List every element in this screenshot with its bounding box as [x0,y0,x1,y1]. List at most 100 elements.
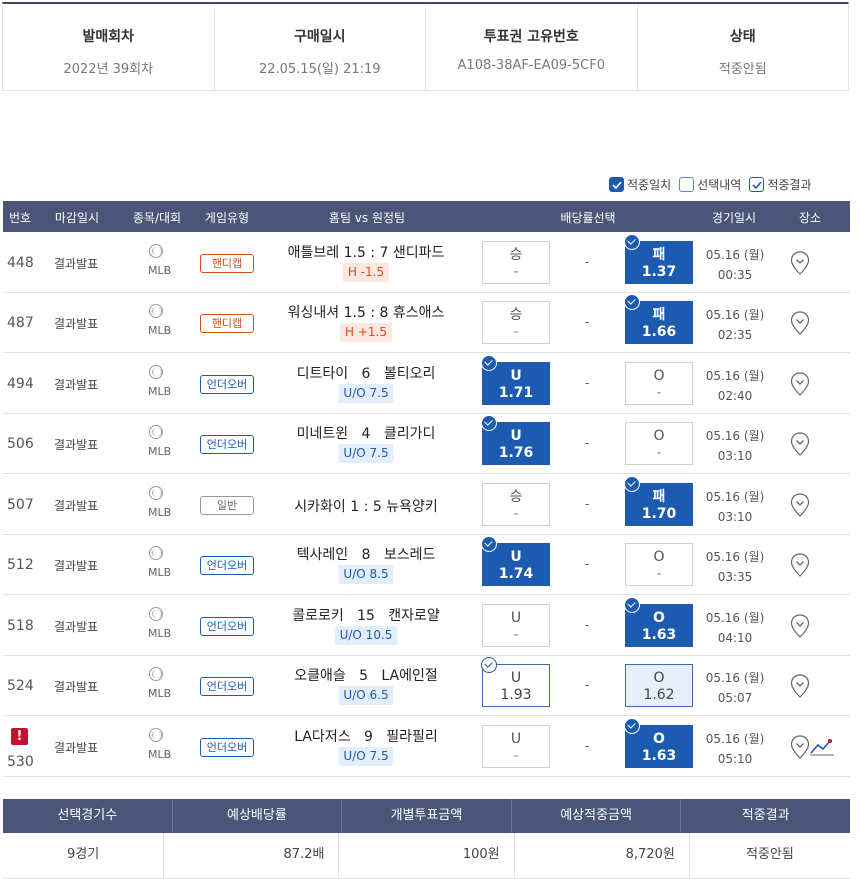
odds-button-win[interactable]: 승 - [482,241,550,284]
odds-button-win[interactable]: 승 - [482,301,550,344]
away-score: 8 [379,305,389,321]
ticket-info-card: 발매회차 2022년 39회차 구매일시 22.05.15(일) 21:19 투… [2,2,849,91]
odds-label: O [653,731,665,747]
odds-value: - [513,627,519,643]
summary-col-stake: 개별투표금액 [342,799,512,833]
odds-button-over[interactable]: O 1.63 [624,718,693,768]
matchup: 오클애슬 5 LA에인절 [255,665,477,685]
location-pin-icon[interactable] [790,674,810,698]
odds-value: - [513,264,519,280]
game-time: 05:10 [717,752,753,766]
home-score: 1.5 [343,305,366,321]
alert-icon: ! [11,728,28,745]
odds-button-over[interactable]: O 1.62 [625,664,693,707]
handicap-label: H +1.5 [340,323,392,342]
handicap-label: H -1.5 [342,263,390,282]
purchase-date-header: 구매일시 [293,29,346,45]
score-separator: : [363,499,369,515]
game-type-badge: 언더오버 [200,677,254,696]
odds-label: 승 [509,307,523,323]
odds-value: 1.70 [641,506,677,522]
location-pin-icon[interactable] [790,735,810,759]
col-num: 번호 [8,211,32,225]
game-datetime: 05.16 (월) 00:35 [705,245,765,285]
odds-button-over[interactable]: O - [625,362,693,405]
baseball-icon [149,728,163,742]
close-status: 결과발표 [54,317,99,331]
matchup: 디트타이 6 볼티오리 [255,363,477,383]
purchase-date-value: 22.05.15(일) 21:19 [258,62,381,77]
odds-label: U [510,428,522,444]
round-cell: 발매회차 2022년 39회차 [3,4,215,90]
odds-value: - [513,748,519,764]
matchup: 텍사레인 8 보스레드 [255,544,477,564]
ticket-id-cell: 투표권 고유번호 A108-38AF-EA09-5CF0 [426,4,638,90]
odds-button-under[interactable]: U 1.71 [481,355,550,405]
location-pin-icon[interactable] [790,614,810,638]
close-status: 결과발표 [54,378,99,392]
home-score: 1.5 [343,245,366,261]
odds-button-under[interactable]: U 1.76 [481,415,550,465]
round-header: 발매회차 [82,29,135,45]
baseball-icon [149,365,163,379]
game-time: 05:07 [717,691,753,705]
table-row: 494 결과발표 MLB 언더오버 디트타이 6 볼티오리 U/O 7.5 U … [3,354,850,414]
odds-label: U [510,549,522,565]
total-score: 6 [361,366,371,382]
legend-hit-match: 적중일치 [609,176,671,193]
trend-chart-icon[interactable] [809,737,835,757]
odds-button-under[interactable]: U 1.93 [481,657,550,707]
col-teams: 홈팀 vs 원정팀 [328,211,406,225]
game-number: 448 [7,255,34,271]
table-row: ! 530 결과발표 MLB 언더오버 LA다저스 9 필라필리 U/O 7.5… [3,717,850,777]
odds-button-over[interactable]: O - [625,543,693,586]
game-date: 05.16 (월) [705,550,765,564]
odds-button-under[interactable]: U - [482,604,550,647]
game-time: 02:40 [717,389,753,403]
odds-button-lose[interactable]: 패 1.66 [624,294,693,344]
legend-selection: 선택내역 [679,176,741,193]
odds-value: 1.93 [500,687,532,703]
matchup: 워싱내셔 1.5 : 8 휴스애스 [255,302,477,322]
odds-value: 1.74 [498,566,534,582]
game-time: 02:35 [717,328,753,342]
ticket-id-header: 투표권 고유번호 [483,29,579,45]
matchup: 시카화이 1 : 5 뉴욕양키 [255,496,477,516]
matchup: 미네트윈 4 클리가디 [255,423,477,443]
league-label: MLB [148,445,172,458]
summary-result: 적중안됨 [745,847,794,862]
status-value: 적중안됨 [718,62,767,77]
status-cell: 상태 적중안됨 [638,4,849,90]
location-pin-icon[interactable] [790,251,810,275]
home-team: 시카화이 [294,499,346,515]
away-team: 필라필리 [386,729,438,745]
draw-odds: - [585,678,590,692]
odds-button-over[interactable]: O - [625,422,693,465]
odds-button-lose[interactable]: 패 1.37 [624,234,693,284]
odds-label: U [510,670,522,686]
summary-col-payout: 예상적중금액 [512,799,682,833]
location-pin-icon[interactable] [790,553,810,577]
odds-button-win[interactable]: 승 - [482,483,550,526]
location-pin-icon[interactable] [790,432,810,456]
location-pin-icon[interactable] [790,493,810,517]
away-team: 볼티오리 [383,366,436,382]
baseball-icon [149,425,163,439]
under-over-label: U/O 7.5 [338,747,394,766]
odds-value: 1.71 [498,385,534,401]
odds-value: 1.66 [641,324,677,340]
odds-value: 1.62 [643,687,675,703]
location-pin-icon[interactable] [790,311,810,335]
location-pin-icon[interactable] [790,372,810,396]
league-label: MLB [148,264,172,277]
home-team: 미네트윈 [296,426,349,442]
odds-button-under[interactable]: U 1.74 [481,536,550,586]
game-type-badge: 언더오버 [200,556,254,575]
odds-button-under[interactable]: U - [482,725,550,768]
game-type-badge: 언더오버 [200,375,254,394]
away-team: 보스레드 [383,547,436,563]
summary-odds: 87.2배 [164,833,340,878]
odds-button-over[interactable]: O 1.63 [624,597,693,647]
odds-button-lose[interactable]: 패 1.70 [624,476,693,526]
close-status: 결과발표 [54,620,99,634]
